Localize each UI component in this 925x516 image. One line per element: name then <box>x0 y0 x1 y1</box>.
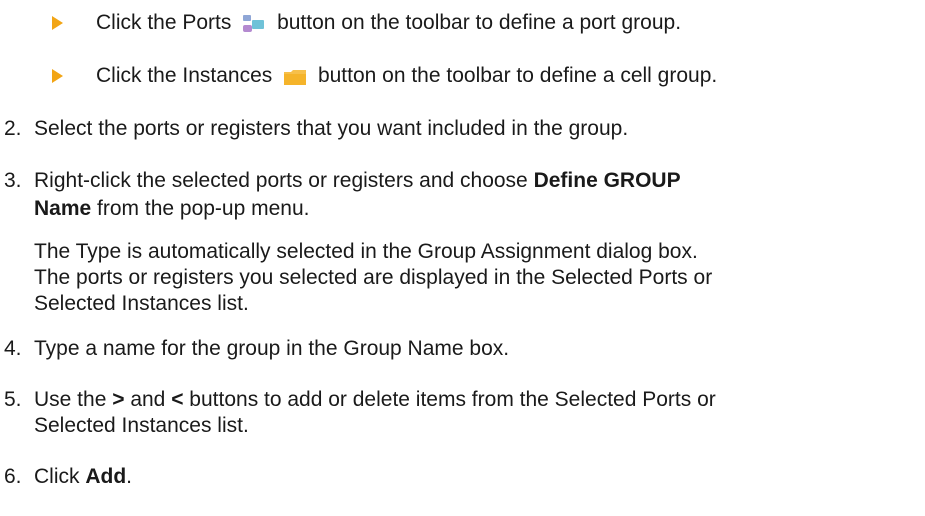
step-text: Select the ports or registers that you w… <box>34 117 629 140</box>
bullet-text-before: Click the Ports <box>96 11 232 34</box>
bullet-item-instances: Click the Instances button on the toolba… <box>96 64 717 88</box>
step-number: 3. <box>4 169 22 192</box>
step-text-line-2: Selected Instances list. <box>34 414 249 437</box>
step-paragraph-line: The Type is automatically selected in th… <box>34 240 698 263</box>
step-paragraph-line: The ports or registers you selected are … <box>34 266 713 289</box>
menu-item-name: Define GROUP <box>533 169 681 192</box>
greater-than-button-label: > <box>112 388 125 411</box>
bullet-arrow-icon <box>52 69 63 83</box>
step-text-line-2: Name from the pop-up menu. <box>34 197 310 220</box>
bullet-item-ports: Click the Ports button on the toolbar to… <box>96 11 681 35</box>
step-number: 5. <box>4 388 22 411</box>
bullet-text-after: button on the toolbar to define a cell g… <box>317 64 718 87</box>
less-than-button-label: < <box>171 388 184 411</box>
step-number: 4. <box>4 337 22 360</box>
step-text-line-1: Right-click the selected ports or regist… <box>34 169 681 192</box>
step-text: Type a name for the group in the Group N… <box>34 337 510 360</box>
step-number: 2. <box>4 117 22 140</box>
step-text-line-1: Use the > and < buttons to add or delete… <box>34 388 716 411</box>
step-paragraph-line: Selected Instances list. <box>34 292 249 315</box>
step-text: Click Add. <box>34 465 133 488</box>
ports-icon <box>241 12 267 34</box>
bullet-text-before: Click the Instances <box>96 64 273 87</box>
instances-icon <box>282 65 308 87</box>
bullet-text-after: button on the toolbar to define a port g… <box>277 11 682 34</box>
step-number: 6. <box>4 465 22 488</box>
add-button-label: Add <box>85 465 127 488</box>
menu-item-name-cont: Name <box>34 197 92 220</box>
bullet-arrow-icon <box>52 16 63 30</box>
